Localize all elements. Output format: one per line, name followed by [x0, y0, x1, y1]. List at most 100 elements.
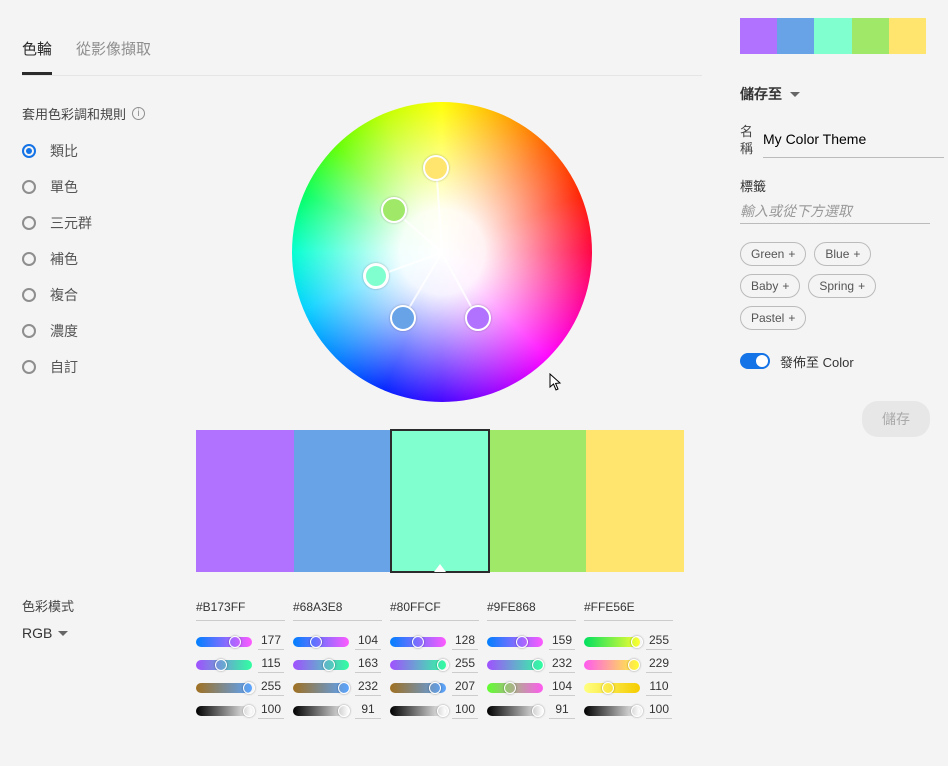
- rule-option[interactable]: 單色: [22, 177, 182, 197]
- tags-input[interactable]: [740, 201, 930, 224]
- color-mode-select[interactable]: RGB: [22, 625, 74, 641]
- wheel-handle[interactable]: [363, 263, 389, 289]
- r-slider[interactable]: [584, 637, 640, 647]
- radio: [22, 180, 36, 194]
- slider-value[interactable]: 100: [258, 702, 284, 719]
- slider-row: 104: [487, 679, 576, 696]
- slider-value[interactable]: 91: [355, 702, 381, 719]
- slider-value[interactable]: 255: [452, 656, 478, 673]
- g-slider[interactable]: [390, 660, 446, 670]
- tabs: 色輪 從影像擷取: [22, 38, 702, 76]
- slider-value[interactable]: 115: [258, 656, 284, 673]
- slider-value[interactable]: 104: [549, 679, 575, 696]
- g-slider[interactable]: [584, 660, 640, 670]
- slider-value[interactable]: 232: [355, 679, 381, 696]
- a-slider[interactable]: [196, 706, 252, 716]
- color-wheel[interactable]: [292, 102, 592, 402]
- plus-icon: +: [788, 311, 795, 325]
- rule-label: 類比: [50, 141, 78, 161]
- publish-toggle[interactable]: [740, 353, 770, 369]
- mini-swatch: [777, 18, 814, 54]
- save-to-toggle[interactable]: 儲存至: [740, 84, 930, 104]
- tab-extract[interactable]: 從影像擷取: [76, 38, 151, 63]
- r-slider[interactable]: [487, 637, 543, 647]
- publish-label: 發佈至 Color: [780, 352, 854, 371]
- slider-value[interactable]: 104: [355, 633, 381, 650]
- hex-value[interactable]: #B173FF: [196, 598, 285, 621]
- slider-value[interactable]: 128: [452, 633, 478, 650]
- plus-icon: +: [788, 247, 795, 261]
- mini-swatch: [740, 18, 777, 54]
- slider-value[interactable]: 232: [549, 656, 575, 673]
- r-slider[interactable]: [293, 637, 349, 647]
- radio: [22, 288, 36, 302]
- r-slider[interactable]: [390, 637, 446, 647]
- hex-value[interactable]: #80FFCF: [390, 598, 479, 621]
- slider-value[interactable]: 100: [646, 702, 672, 719]
- slider-row: 255: [584, 633, 673, 650]
- slider-value[interactable]: 91: [549, 702, 575, 719]
- tab-color-wheel[interactable]: 色輪: [22, 38, 52, 75]
- g-slider[interactable]: [487, 660, 543, 670]
- slider-value[interactable]: 100: [452, 702, 478, 719]
- info-icon[interactable]: i: [132, 107, 145, 120]
- a-slider[interactable]: [293, 706, 349, 716]
- a-slider[interactable]: [487, 706, 543, 716]
- swatch[interactable]: [294, 430, 392, 572]
- color-values-grid: #B173FF #68A3E8 #80FFCF #9FE868 #FFE56E 177 10…: [196, 598, 681, 725]
- b-slider[interactable]: [584, 683, 640, 693]
- slider-row: 207: [390, 679, 479, 696]
- wheel-handle[interactable]: [381, 197, 407, 223]
- swatch[interactable]: [586, 430, 684, 572]
- slider-value[interactable]: 163: [355, 656, 381, 673]
- b-slider[interactable]: [196, 683, 252, 693]
- swatch[interactable]: [489, 430, 587, 572]
- hex-value[interactable]: #9FE868: [487, 598, 576, 621]
- rule-option[interactable]: 複合: [22, 285, 182, 305]
- hex-value[interactable]: #FFE56E: [584, 598, 673, 621]
- tag-chip[interactable]: Blue+: [814, 242, 871, 266]
- g-slider[interactable]: [196, 660, 252, 670]
- swatch[interactable]: [391, 430, 489, 572]
- slider-value[interactable]: 255: [646, 633, 672, 650]
- tag-chip[interactable]: Green+: [740, 242, 806, 266]
- slider-value[interactable]: 110: [646, 679, 672, 696]
- g-slider[interactable]: [293, 660, 349, 670]
- rule-option[interactable]: 補色: [22, 249, 182, 269]
- tag-chip[interactable]: Pastel+: [740, 306, 806, 330]
- wheel-handle[interactable]: [423, 155, 449, 181]
- rule-option[interactable]: 三元群: [22, 213, 182, 233]
- rule-option[interactable]: 類比: [22, 141, 182, 161]
- rule-label: 補色: [50, 249, 78, 269]
- theme-name-input[interactable]: [763, 124, 944, 158]
- slider-row: 91: [487, 702, 576, 719]
- slider-value[interactable]: 177: [258, 633, 284, 650]
- a-slider[interactable]: [584, 706, 640, 716]
- mini-swatch: [852, 18, 889, 54]
- r-slider[interactable]: [196, 637, 252, 647]
- save-button[interactable]: 儲存: [862, 401, 930, 437]
- tag-chip[interactable]: Baby+: [740, 274, 800, 298]
- slider-row: 255: [196, 679, 285, 696]
- slider-value[interactable]: 229: [646, 656, 672, 673]
- tags-label: 標籤: [740, 176, 930, 195]
- radio: [22, 252, 36, 266]
- slider-value[interactable]: 159: [549, 633, 575, 650]
- wheel-handle[interactable]: [390, 305, 416, 331]
- rule-option[interactable]: 濃度: [22, 321, 182, 341]
- mini-swatch: [889, 18, 926, 54]
- hex-value[interactable]: #68A3E8: [293, 598, 382, 621]
- slider-row: 128: [390, 633, 479, 650]
- b-slider[interactable]: [390, 683, 446, 693]
- b-slider[interactable]: [487, 683, 543, 693]
- radio: [22, 324, 36, 338]
- plus-icon: +: [782, 279, 789, 293]
- slider-value[interactable]: 255: [258, 679, 284, 696]
- wheel-handle[interactable]: [465, 305, 491, 331]
- a-slider[interactable]: [390, 706, 446, 716]
- swatch[interactable]: [196, 430, 294, 572]
- tag-chip[interactable]: Spring+: [808, 274, 876, 298]
- slider-value[interactable]: 207: [452, 679, 478, 696]
- rule-option[interactable]: 自訂: [22, 357, 182, 377]
- b-slider[interactable]: [293, 683, 349, 693]
